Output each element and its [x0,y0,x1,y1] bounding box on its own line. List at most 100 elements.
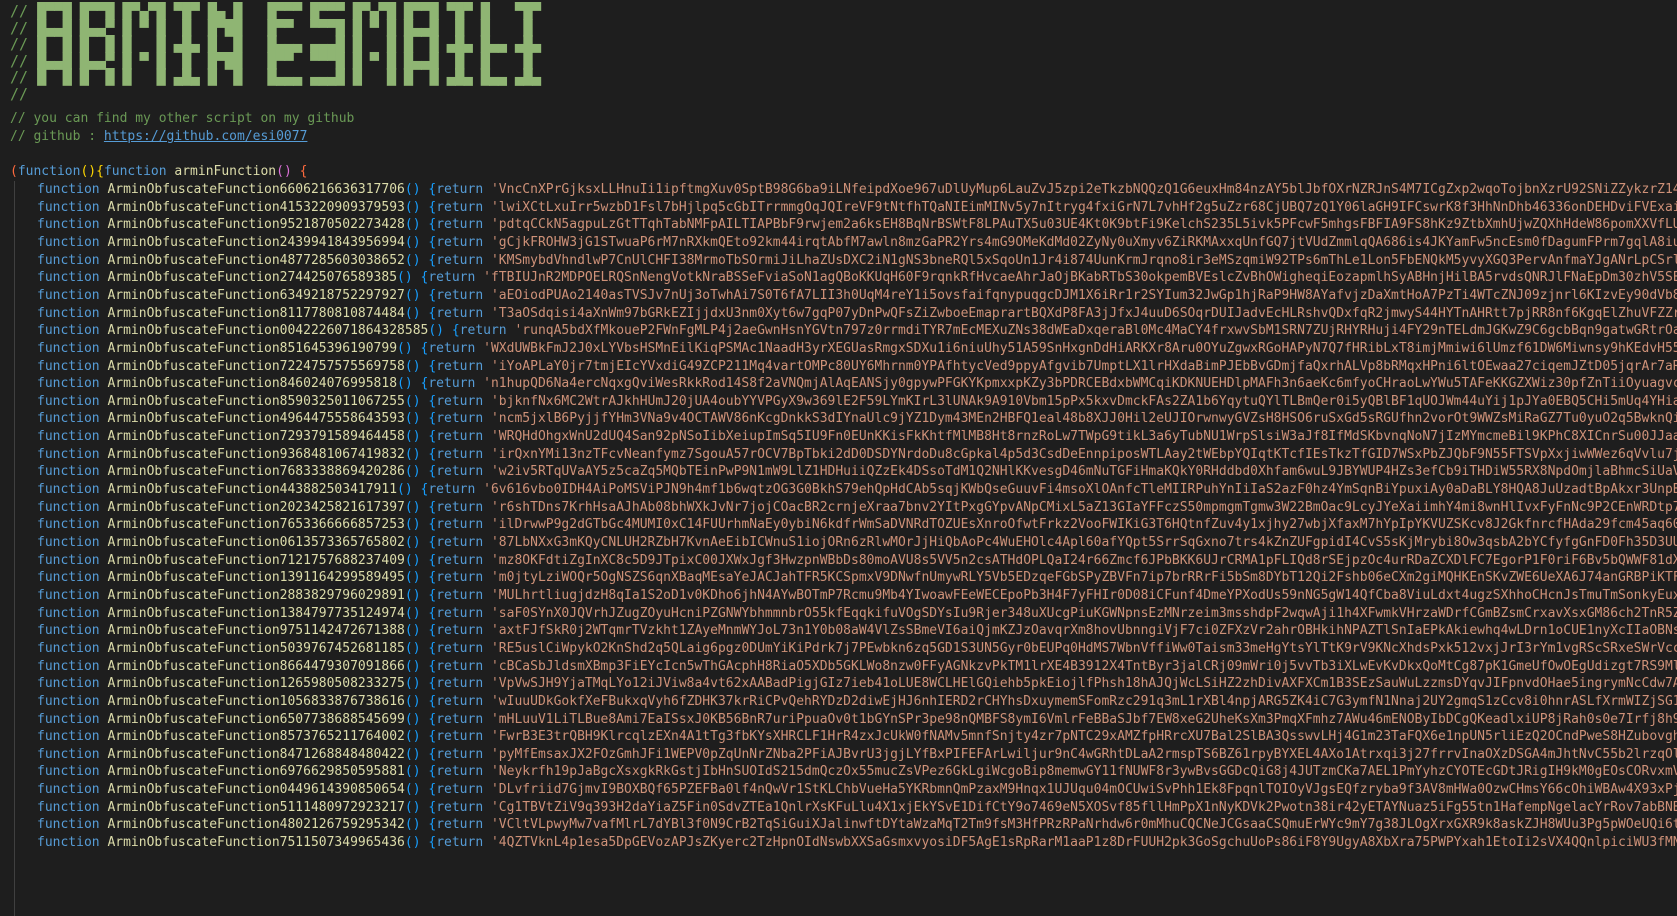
string-literal: 'Neykrfh19pJaBgcXsxgkRkGstjIbHnSUOIdS215… [490,764,1677,780]
code-editor[interactable]: // █▀▀█ █▀▀█ █▀▄▀█ ▀█▀ █▄ █ █▀▀▀ █▀▀▀ █▀… [0,0,1677,916]
brace-open: { [428,782,437,798]
keyword-function: function [37,517,100,533]
string-literal: 'm0jtyLziWOQr5OgNSZS6qnXBaqMEsaYeJACJahT… [490,570,1677,586]
brace-open: { [428,499,437,515]
paren-pair: () [404,835,421,851]
banner-text: █▄▄█ █▄▄▀ █ ▀ █ █ █▀██ █▀▀ ▀▀▀█ █ ▀ █ █▄… [37,51,541,70]
keyword-return: return [436,252,484,268]
keyword-return: return [436,411,484,427]
function-line: function ArminObfuscateFunction480212675… [37,815,1677,834]
function-line: function ArminObfuscateFunction202342582… [37,498,1677,517]
keyword-function: function [37,676,100,692]
string-literal: 'RE5uslCiWpykO2KnShd2q5QLaig6pgz0DUmYiKi… [490,640,1677,656]
paren-pair: () [404,287,421,303]
brace-open: { [428,446,437,462]
function-line: function ArminObfuscateFunction503976745… [37,639,1677,658]
brace-open: { [428,835,437,851]
paren-pair: () [404,782,421,798]
banner-text: █▀▀█ █▀▀█ █▀▄▀█ ▀█▀ █▄ █ █▀▀▀ █▀▀▀ █▀▄▀█… [37,2,541,20]
keyword-function: function [37,358,100,374]
paren-pair: () [80,164,97,179]
function-line: function ArminObfuscateFunction126598050… [37,674,1677,693]
string-literal: 'VncCnXPrGjksxLLHnuIi1ipftmgXuv0SptB98G6… [490,182,1677,197]
brace-open: { [428,640,437,656]
string-literal: 'bjknfNx6MC2WtrAJkhHUmJ20jUA4oubYYVPGyX9… [490,393,1677,409]
paren-pair: () [404,799,421,815]
brace-open: { [428,658,437,674]
function-name: ArminObfuscateFunction2439941843956994 [107,234,405,250]
brace-open: { [428,199,437,215]
paren-pair: () [404,764,421,780]
function-name: arminFunction [174,164,277,179]
keyword-return: return [436,623,484,639]
string-literal: 'VpVwSJH9YjaTMqLYo12iJViw8a4vt62xAABadPi… [490,676,1677,692]
keyword-function: function [37,570,100,586]
brace-open: { [428,217,437,233]
paren-pair: () [404,552,421,568]
paren-pair: () [404,393,421,409]
paren-pair: () [404,199,421,215]
paren-pair: () [404,182,421,197]
brace-open: { [428,676,437,692]
keyword-function: function [37,587,100,603]
keyword-function: function [37,623,100,639]
paren-pair: () [404,535,421,550]
brace-open: { [428,729,437,745]
function-name: ArminObfuscateFunction7121757688237409 [107,552,405,568]
github-link[interactable]: https://github.com/esi0077 [104,129,308,144]
banner-row: // [10,85,1670,104]
function-line: function ArminObfuscateFunction859032501… [37,392,1677,411]
keyword-return: return [436,393,484,409]
string-literal: 'irQxnYMi13nzTFcvNeanfymz7SgouA57rOCV7Bp… [490,446,1677,462]
keyword-function: function [37,234,100,250]
brace-open: { [428,234,437,250]
comment-prefix: // [10,2,38,20]
keyword-function: function [37,746,100,762]
keyword-return: return [436,729,484,745]
keyword-return: return [436,658,484,674]
function-name: ArminObfuscateFunction9368481067419832 [107,446,405,462]
brace-open: { [428,393,437,409]
function-name: ArminObfuscateFunction0613573365765802 [107,535,405,550]
function-name: ArminObfuscateFunction1384797735124974 [107,605,405,621]
function-name: ArminObfuscateFunction5039767452681185 [107,640,405,656]
keyword-function: function [37,693,100,709]
keyword-function: function [37,340,100,356]
function-name: ArminObfuscateFunction1056833876738616 [107,693,405,709]
function-line: function ArminObfuscateFunction487728560… [37,251,1677,270]
function-line: function ArminObfuscateFunction866447930… [37,657,1677,676]
function-line: function ArminObfuscateFunction443882503… [37,480,1677,499]
keyword-return: return [436,182,484,197]
paren-pair: () [404,234,421,250]
brace-open: { [428,252,437,268]
function-name: ArminObfuscateFunction6507738688545699 [107,711,405,727]
comment-prefix: // [10,18,38,37]
function-line: function ArminObfuscateFunction851645396… [37,339,1677,358]
comment-prefix: // [10,51,38,70]
paren-pair: () [404,570,421,586]
function-name: ArminObfuscateFunction9751142472671388 [107,623,405,639]
string-literal: 'cBCaSbJldsmXBmp3FiEYcIcn5wThGAcphH8RiaO… [490,658,1677,674]
keyword-return: return [436,711,484,727]
brace-open: { [428,182,437,197]
string-literal: 'lwiXCtLxuIrr5wzbD1Fsl7bHjlpq5cGbITrrmmg… [490,199,1677,215]
function-name: ArminObfuscateFunction7293791589464458 [107,429,405,445]
keyword-function: function [37,446,100,462]
string-literal: 'runqA5bdXfMkoueP2FWnFgMLP4j2aeGwnHsnYGV… [514,323,1677,339]
brace-open: { [96,164,104,179]
paren-pair: () [397,482,413,498]
function-line: function ArminObfuscateFunction004222607… [37,321,1677,340]
keyword-return: return [436,570,484,586]
